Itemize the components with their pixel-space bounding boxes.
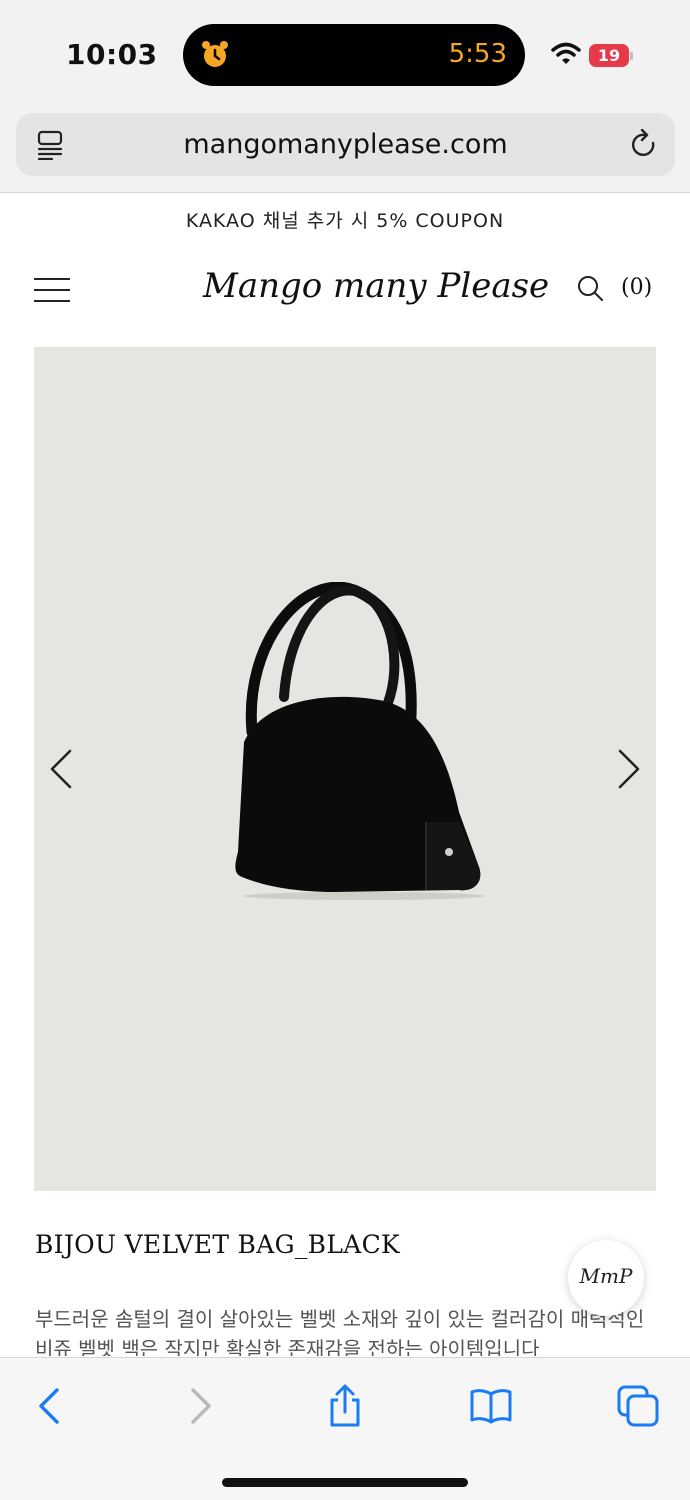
dynamic-island[interactable]: 5:53 <box>183 24 525 86</box>
menu-icon[interactable] <box>34 278 70 302</box>
browser-toolbar <box>0 1357 690 1500</box>
timer-text: 5:53 <box>448 39 507 69</box>
floating-button-label: MmP <box>579 1264 633 1288</box>
chevron-left-icon[interactable] <box>48 749 74 789</box>
wifi-icon <box>551 42 581 64</box>
browser-address-area: mangomanyplease.com <box>0 100 690 193</box>
back-icon[interactable] <box>28 1384 72 1428</box>
floating-brand-button[interactable]: MmP <box>568 1240 644 1316</box>
alarm-icon <box>202 41 228 67</box>
cart-count[interactable]: (0) <box>621 275 652 300</box>
share-icon[interactable] <box>323 1384 367 1428</box>
chevron-right-icon[interactable] <box>616 749 642 789</box>
bookmarks-icon[interactable] <box>469 1384 513 1428</box>
site-logo[interactable]: Mango many Please <box>203 266 549 326</box>
product-description: 부드러운 솜털의 결이 살아있는 벨벳 소재와 깊이 있는 컬러감이 매력적인 … <box>35 1307 645 1356</box>
tabs-icon[interactable] <box>616 1384 660 1428</box>
reload-icon[interactable] <box>629 129 659 161</box>
product-bag-image <box>235 582 484 900</box>
battery-tip <box>630 52 633 60</box>
url-text[interactable]: mangomanyplease.com <box>16 129 675 160</box>
battery-indicator: 19 <box>589 44 633 67</box>
home-indicator[interactable] <box>222 1478 468 1487</box>
status-bar: 10:03 5:53 19 <box>0 0 690 100</box>
battery-level: 19 <box>597 46 621 65</box>
product-title: BIJOU VELVET BAG_BLACK <box>35 1230 400 1259</box>
product-image-carousel[interactable] <box>34 347 656 1191</box>
address-bar[interactable]: mangomanyplease.com <box>16 113 675 176</box>
forward-icon[interactable] <box>178 1384 222 1428</box>
promo-banner[interactable]: KAKAO 채널 추가 시 5% COUPON <box>0 206 690 233</box>
status-time: 10:03 <box>66 38 158 71</box>
search-icon[interactable] <box>576 274 604 302</box>
